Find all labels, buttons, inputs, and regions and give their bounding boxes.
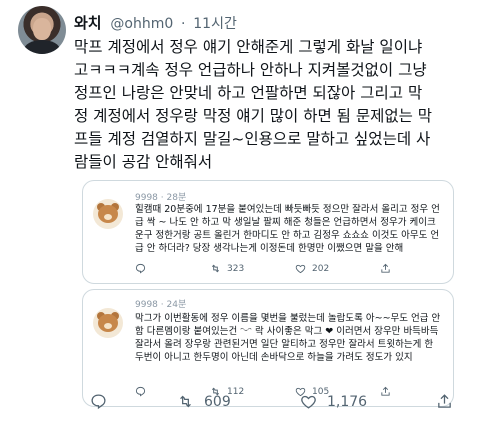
quoted-text-line: 잘라서 올려 장우랑 관련된거면 일단 알티하고 정우만 잘라서 트윗하는게 한: [135, 339, 434, 350]
heart-icon: [295, 264, 306, 274]
quoted-like-button[interactable]: 202: [295, 263, 329, 274]
author-name[interactable]: 와치: [74, 14, 102, 32]
tweet-text-line: 정프인 나랑은 안맞네 하고 언팔하면 되잖아 그리고 막: [74, 84, 423, 102]
author-handle[interactable]: @ohhm0: [110, 16, 173, 32]
quoted-text-line: 막그가 이번활동에 정우 이름을 몇번을 불렀는데 놀랍도록 아~~무도 언급 …: [135, 313, 441, 324]
share-button[interactable]: [436, 393, 463, 410]
tweet[interactable]: 와치 @ohhm0 · 11시간 막프 계정에서 정우 얘기 안해준게 그렇게 …: [0, 0, 480, 423]
quoted-retweet-button[interactable]: 323: [210, 263, 244, 274]
quoted-tweet[interactable]: 9998 · 24분 막그가 이번활동에 정우 이름을 몇번을 불렀는데 놀랍도…: [82, 289, 454, 407]
quoted-text: 힐캠때 20분중에 17분을 붙여있는데 빠듯빠듯 정으만 잘라서 올리고 정우…: [135, 203, 447, 255]
tweet-header: 와치 @ohhm0 · 11시간: [74, 12, 237, 33]
tweet-text-line: 정 계정에서 정우랑 막정 얘기 많이 하면 됨 문제없는 막: [74, 107, 433, 125]
quoted-text-line: 두번이 아니고 한두명이 아닌데 손바닥으로 하늘을 가려도 정도가 있지: [135, 352, 413, 363]
quoted-text-line: 함 다른멤이랑 붙여있는건 ᵔᵕᵔ 락 사이좋은 막그 ❤ 이러면서 장우만 바…: [135, 326, 439, 337]
quoted-text-line: 운구 정한거랑 공트 올린거 한마디도 안 하고 김정우 쇼쇼쇼 이것도 아무도…: [135, 230, 440, 241]
tweet-text-line: 람들이 공감 안해줘서: [74, 153, 213, 171]
separator-dot: ·: [181, 16, 186, 32]
reply-icon: [91, 394, 106, 410]
quoted-reply-button[interactable]: [135, 263, 152, 274]
quoted-text-line: 급 싹 ~ 나도 안 하고 막 생일날 팔찌 해준 청들은 언급하면서 정우가 …: [135, 217, 436, 228]
quoted-actions: 323 202: [135, 263, 435, 279]
quoted-avatar[interactable]: [93, 308, 123, 338]
quoted-tweet[interactable]: 9998 · 28분 힐캠때 20분중에 17분을 붙여있는데 빠듯빠듯 정으만…: [82, 180, 454, 284]
reply-icon: [135, 263, 146, 274]
reply-button[interactable]: [90, 393, 117, 410]
tweet-text-line: 프들 계정 검열하지 말길~인용으로 말하고 싶었는데 사: [74, 130, 431, 148]
retweet-button[interactable]: 609: [177, 393, 231, 410]
quoted-header: 9998 · 24분: [135, 300, 187, 310]
retweet-icon: [211, 264, 220, 273]
quoted-text-line: 힐캠때 20분중에 17분을 붙여있는데 빠듯빠듯 정으만 잘라서 올리고 정우…: [135, 204, 440, 215]
quoted-share-button[interactable]: [380, 263, 397, 274]
tweet-text-line: 막프 계정에서 정우 얘기 안해준게 그렇게 화날 일이냐: [74, 38, 423, 56]
tweet-text-line: 고ㅋㅋㅋ계속 정우 언급하나 안하나 지켜볼것없이 그냥: [74, 61, 427, 79]
share-icon: [438, 394, 451, 408]
retweet-count: 609: [204, 393, 231, 410]
like-count: 1,176: [327, 393, 368, 410]
tweet-time[interactable]: 11시간: [193, 16, 237, 32]
share-icon: [381, 263, 390, 273]
quoted-header: 9998 · 28분: [135, 193, 187, 203]
tweet-actions: 609 1,176: [74, 393, 470, 413]
tweet-text: 막프 계정에서 정우 얘기 안해준게 그렇게 화날 일이냐 고ㅋㅋㅋ계속 정우 …: [74, 36, 470, 174]
quoted-retweet-count: 323: [227, 263, 245, 274]
quoted-avatar[interactable]: [93, 199, 123, 229]
quoted-like-count: 202: [312, 263, 330, 274]
quoted-text: 막그가 이번활동에 정우 이름을 몇번을 불렀는데 놀랍도록 아~~무도 언급 …: [135, 312, 447, 364]
like-button[interactable]: 1,176: [300, 393, 367, 410]
retweet-icon: [180, 395, 191, 408]
quoted-text-line: 급 안 하더라? 당장 생각나는게 이정돈데 한명만 이쨌으면 말을 안해: [135, 243, 404, 254]
author-avatar[interactable]: [18, 6, 66, 54]
heart-icon: [301, 395, 316, 409]
